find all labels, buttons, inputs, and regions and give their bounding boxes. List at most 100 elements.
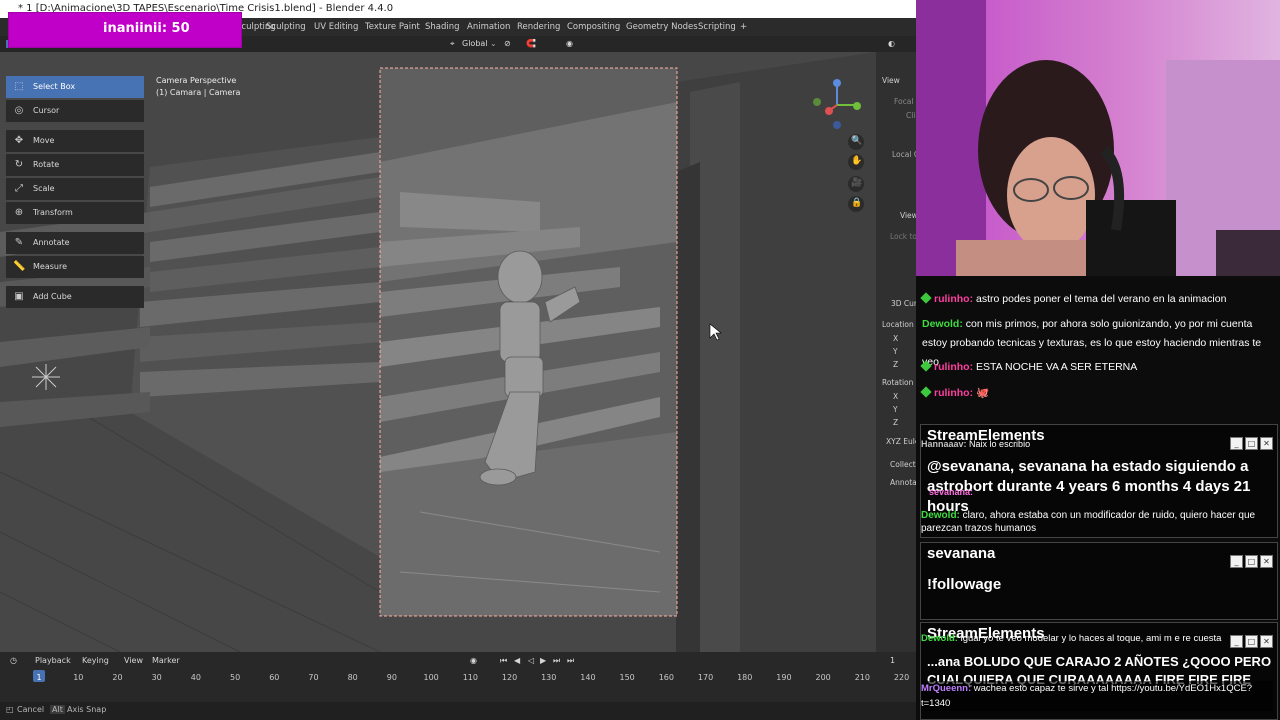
current-frame-field[interactable]: 1 — [890, 656, 895, 665]
frame-tick-label: 60 — [269, 673, 280, 682]
rotation-x-label: X — [893, 392, 899, 401]
rotation-label: Rotation — [882, 378, 914, 387]
tab-scripting[interactable]: Scripting — [698, 18, 736, 36]
camera-perspective-text: Camera Perspective — [156, 76, 237, 85]
webcam-feed — [916, 0, 1280, 276]
tab-geometry-nodes[interactable]: Geometry Nodes — [626, 18, 698, 36]
collections-header[interactable]: Collecti — [890, 460, 918, 469]
tool-measure[interactable]: 📏 Measure — [6, 256, 144, 278]
cancel-hint: Cancel — [17, 705, 45, 714]
chat-username[interactable]: sevanana: — [929, 487, 973, 497]
record-icon[interactable]: ◉ — [470, 656, 477, 665]
tool-label: Annotate — [33, 238, 70, 247]
tool-add-cube[interactable]: ▣ Add Cube — [6, 286, 144, 308]
frame-tick-label: 180 — [737, 673, 753, 682]
keying-menu[interactable]: Keying — [82, 656, 109, 665]
chat-panel: rulinho: astro podes poner el tema del v… — [916, 276, 1280, 720]
close-icon[interactable]: ✕ — [1260, 555, 1273, 568]
playback-menu[interactable]: Playback — [35, 656, 71, 665]
chat-username[interactable]: Dewold: — [921, 510, 960, 521]
tool-transform[interactable]: ⊕ Transform — [6, 202, 144, 224]
location-x-label: X — [893, 334, 899, 343]
lock-icon[interactable]: 🔒 — [851, 198, 862, 208]
timeline-editor[interactable]: ◷ Playback Keying View Marker ◉ ⏮ ◀ ◁ ▶ … — [0, 652, 916, 702]
frame-tick-label: 90 — [386, 673, 397, 682]
tool-annotate[interactable]: ✎ Annotate — [6, 232, 144, 254]
chat-username[interactable]: Dewold: — [922, 318, 963, 330]
viewport-camera-label: Camera Perspective (1) Camara | Camera — [156, 75, 240, 99]
chat-popup-sevanana[interactable]: sevanana _ □ ✕ !followage — [920, 542, 1278, 620]
chat-username[interactable]: rulinho: — [934, 293, 973, 305]
annotations-header[interactable]: Annotat — [890, 478, 918, 487]
tab-sculpting-label[interactable]: Sculpting — [266, 18, 306, 36]
jump-start-icon[interactable]: ⏮ — [500, 656, 507, 666]
tab-compositing[interactable]: Compositing — [567, 18, 620, 36]
axis-snap-hint: Axis Snap — [67, 705, 107, 714]
clip-label: Cli — [906, 111, 916, 120]
tool-cursor[interactable]: ◎ Cursor — [6, 100, 144, 122]
viewport-shading-icon[interactable]: ◐ — [888, 37, 895, 51]
play-reverse-icon[interactable]: ◁ — [528, 656, 534, 665]
view-menu[interactable]: View — [124, 656, 143, 665]
tab-shading[interactable]: Shading — [425, 18, 460, 36]
next-key-icon[interactable]: ⏭ — [553, 656, 560, 666]
chat-text: claro, ahora estaba con un modificador d… — [921, 510, 1256, 534]
tool-move[interactable]: ✥ Move — [6, 130, 144, 152]
tab-animation[interactable]: Animation — [467, 18, 510, 36]
frame-tick-label: 140 — [580, 673, 596, 682]
chat-popup-streamelements-2[interactable]: StreamElements _ □ ✕ Dewold: igual yo te v… — [920, 622, 1278, 720]
tab-rendering[interactable]: Rendering — [517, 18, 560, 36]
chat-message: MrQueenn: wachea esto capaz te sirve y t… — [921, 681, 1273, 711]
chat-username[interactable]: Dewold: — [921, 633, 958, 644]
tab-texture-paint[interactable]: Texture Paint — [365, 18, 420, 36]
frame-tick-label: 120 — [501, 673, 518, 682]
maximize-icon[interactable]: □ — [1245, 555, 1258, 568]
chat-username[interactable]: Hannaaav: — [921, 439, 967, 449]
chat-popup-streamelements[interactable]: StreamElements _ □ ✕ Hannaaav: Naix lo esc… — [920, 424, 1278, 538]
proportional-edit-icon[interactable]: ◉ — [566, 37, 573, 51]
frame-tick-label: 200 — [815, 673, 831, 682]
rotation-y-label: Y — [893, 405, 898, 414]
badge-icon — [920, 292, 932, 304]
frame-tick-label: 80 — [347, 673, 358, 682]
location-label: Location — [882, 320, 914, 329]
editor-type-icon[interactable]: ◷ — [10, 656, 17, 665]
chat-text: ESTA NOCHE VA A SER ETERNA — [976, 361, 1138, 373]
chat-text: Naix lo escribio — [969, 439, 1031, 449]
frame-tick-label: 150 — [619, 673, 635, 682]
tool-scale[interactable]: ⤢ Scale — [6, 178, 144, 200]
chat-username[interactable]: MrQueenn: — [921, 683, 971, 694]
tool-label: Add Cube — [33, 292, 72, 301]
pan-icon[interactable]: ✋ — [851, 156, 862, 166]
minimize-icon[interactable]: _ — [1230, 555, 1243, 568]
frame-tick-label: 70 — [308, 673, 319, 682]
zoom-icon[interactable]: 🔍 — [851, 136, 862, 146]
chat-username[interactable]: rulinho: — [934, 387, 973, 399]
frame-tick-label: 100 — [423, 673, 439, 682]
chat-text: astro podes poner el tema del verano en … — [976, 293, 1227, 305]
chat-username[interactable]: rulinho: — [934, 361, 973, 373]
window-controls[interactable]: _ □ ✕ — [1228, 549, 1273, 568]
jump-end-icon[interactable]: ⏭ — [567, 656, 574, 666]
tool-select-box[interactable]: ⬚ Select Box — [6, 76, 144, 98]
pivot-icon[interactable]: ⊘ — [504, 37, 511, 51]
play-icon[interactable]: ▶ — [540, 656, 546, 665]
measure-icon: 📏 — [13, 261, 26, 272]
chat-message: Hannaaav: Naix lo escribio — [921, 435, 1273, 454]
tab-uv-editing[interactable]: UV Editing — [314, 18, 358, 36]
marker-menu[interactable]: Marker — [152, 656, 180, 665]
snap-icon[interactable]: 🧲 — [526, 37, 536, 51]
prev-key-icon[interactable]: ◀ — [514, 656, 520, 665]
rotation-mode-dropdown[interactable]: XYZ Eule — [886, 437, 918, 446]
add-workspace-button[interactable]: + — [740, 18, 747, 36]
view-panel-header[interactable]: View — [882, 76, 900, 85]
3d-cursor-header[interactable]: 3D Curs — [891, 299, 918, 308]
select-box-icon: ⬚ — [14, 81, 24, 92]
light-object[interactable] — [32, 364, 60, 390]
orientation-dropdown[interactable]: Global — [462, 37, 488, 51]
tool-rotate[interactable]: ↻ Rotate — [6, 154, 144, 176]
annotate-icon: ✎ — [14, 237, 24, 248]
chat-text: igual yo te veo modelar y lo haces al to… — [960, 633, 1222, 644]
frame-tick-label: 10 — [73, 673, 84, 682]
camera-view-icon[interactable]: 🎥 — [851, 178, 862, 188]
